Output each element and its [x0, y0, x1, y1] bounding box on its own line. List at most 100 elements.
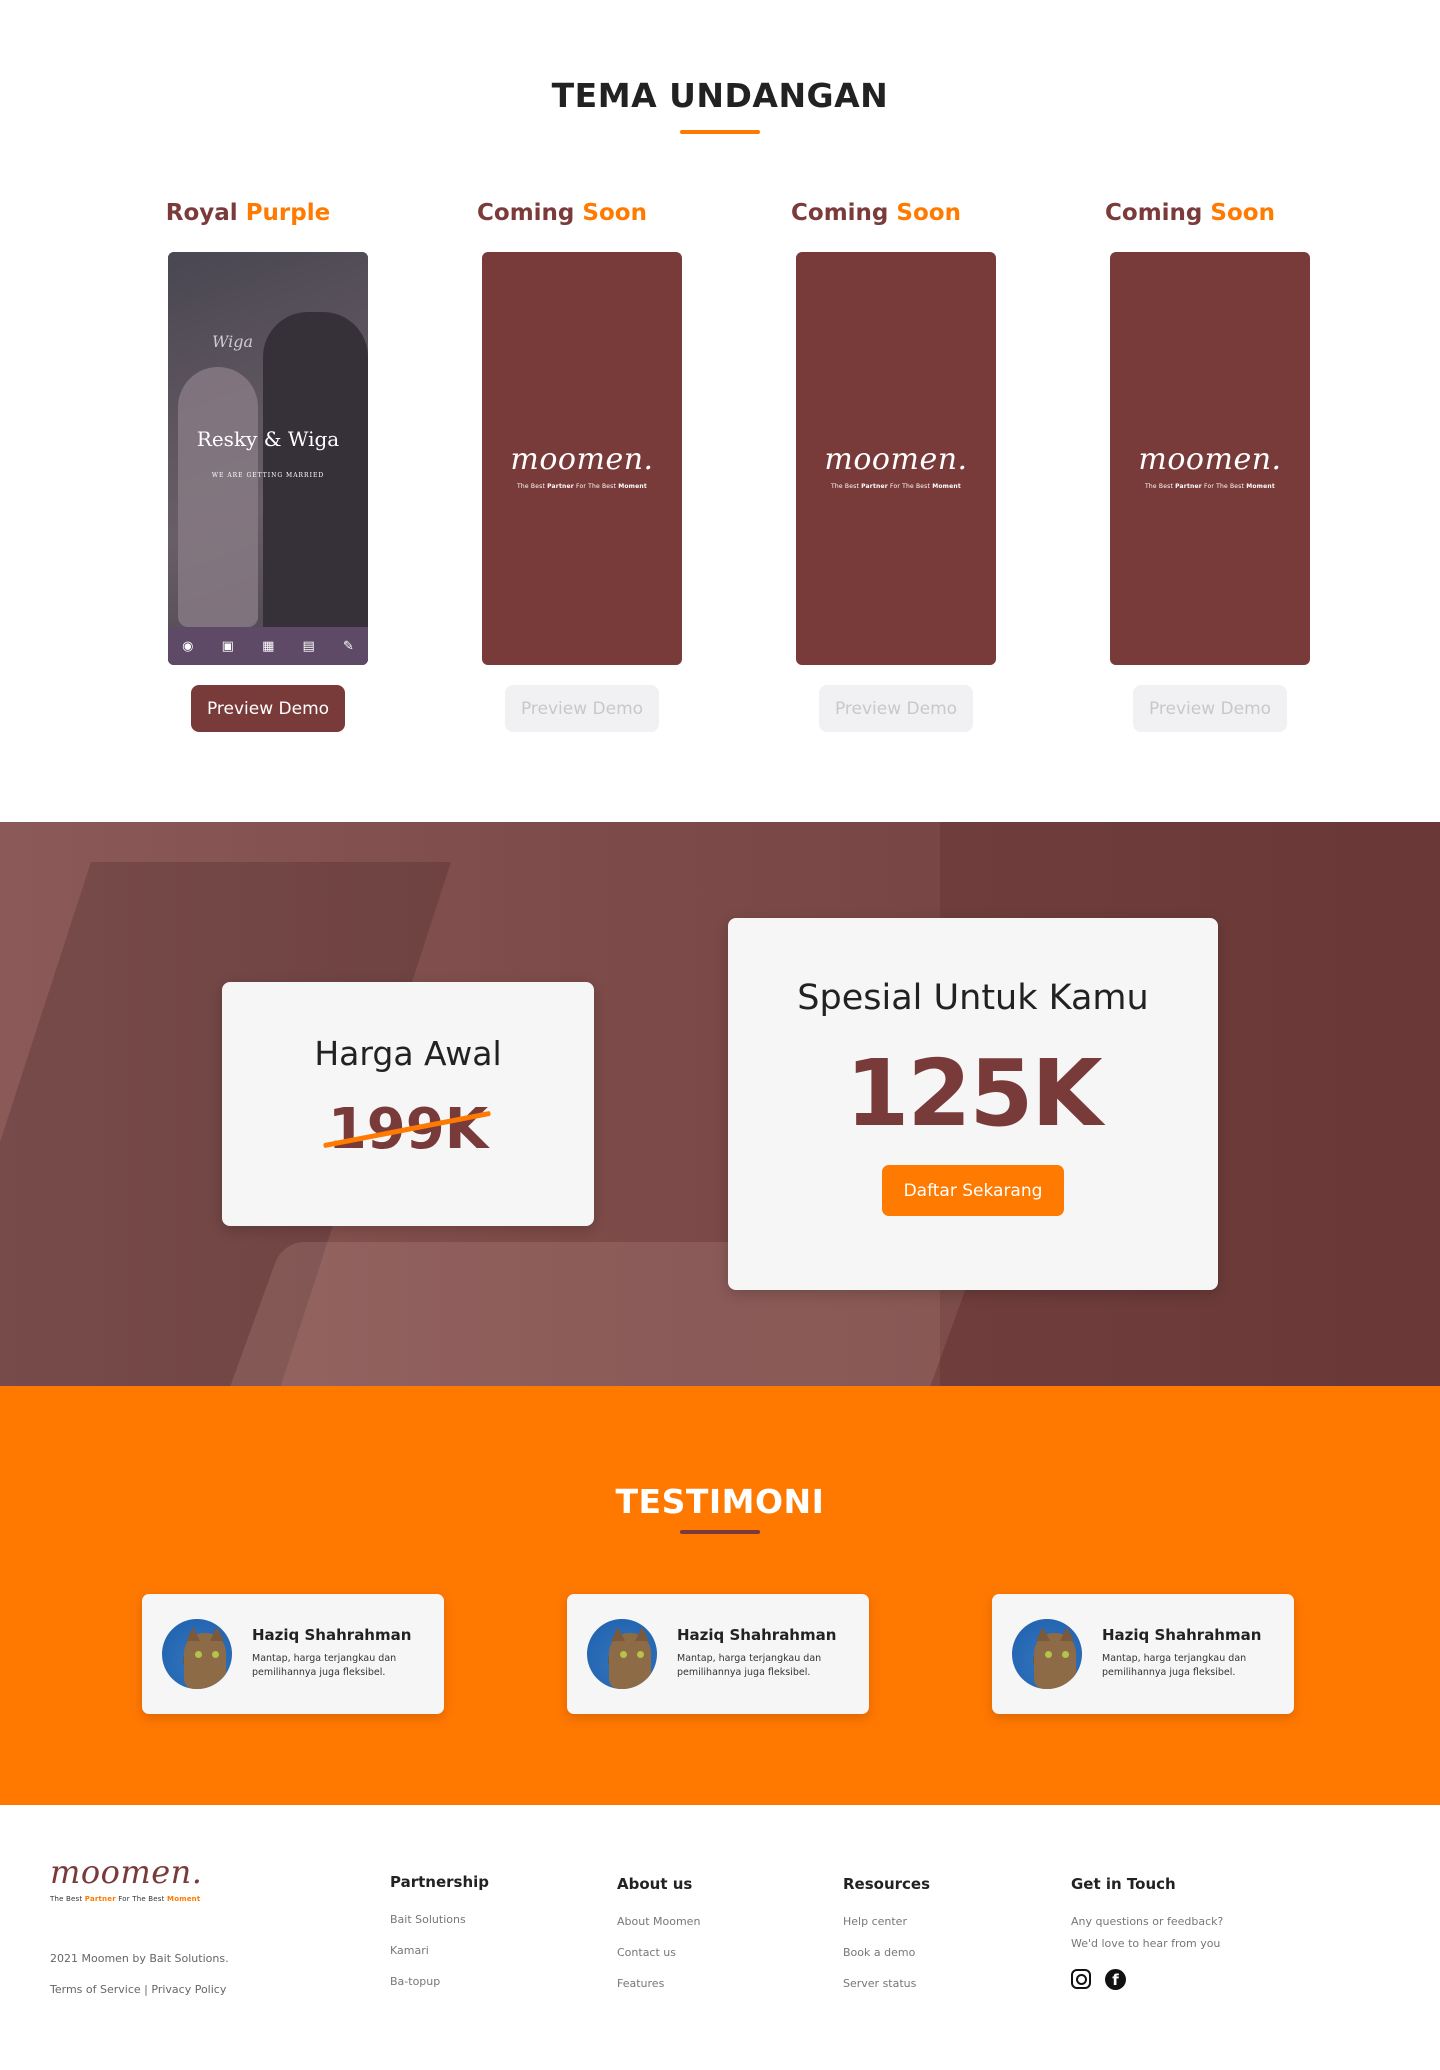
logo-tagline: The Best Partner For The Best Moment: [1110, 483, 1310, 490]
avatar: [1012, 1619, 1082, 1689]
special-price-label: Spesial Untuk Kamu: [797, 978, 1149, 1018]
testimonial-section-title: TESTIMONI: [615, 1482, 825, 1521]
testimonial-text: Mantap, harga terjangkau dan pemilihanny…: [252, 1653, 397, 1678]
footer-link[interactable]: Kamari: [390, 1944, 489, 1975]
theme-preview-placeholder: moomen. The Best Partner For The Best Mo…: [1110, 252, 1310, 665]
footer: moomen. The Best Partner For The Best Mo…: [0, 1805, 1440, 2070]
theme-name: Coming Soon: [746, 200, 1006, 236]
theme-name: Royal Purple: [118, 200, 378, 236]
landing-page: TEMA UNDANGAN Royal Purple Wiga Resky & …: [0, 0, 1440, 2070]
terms-link[interactable]: Terms of Service: [50, 1983, 141, 1996]
theme-name: Coming Soon: [432, 200, 692, 236]
couple-subtitle: WE ARE GETTING MARRIED: [211, 472, 325, 479]
gift-icon: ▤: [302, 638, 315, 654]
theme-name-part: Coming: [477, 200, 575, 226]
theme-section: TEMA UNDANGAN Royal Purple Wiga Resky & …: [0, 0, 1440, 822]
moomen-logo: moomen. The Best Partner For The Best Mo…: [1110, 442, 1310, 490]
tagline-part: For The Best: [118, 1895, 165, 1903]
preview-demo-button-disabled: Preview Demo: [1133, 685, 1287, 732]
couple-photo: Wiga Resky & Wiga WE ARE GETTING MARRIED…: [168, 252, 368, 665]
logo-tagline: The Best Partner For The Best Moment: [796, 483, 996, 490]
legal-links: Terms of Service | Privacy Policy: [50, 1983, 226, 1996]
tagline-part: The Best: [831, 483, 859, 490]
original-price-label: Harga Awal: [314, 1034, 502, 1073]
original-price-card: Harga Awal 199K: [222, 982, 594, 1226]
theme-card-royal-purple: Royal Purple Wiga Resky & Wiga WE ARE GE…: [118, 200, 378, 732]
instagram-icon[interactable]: [1071, 1969, 1091, 1989]
preview-demo-button-disabled: Preview Demo: [819, 685, 973, 732]
footer-link[interactable]: Ba-topup: [390, 1975, 489, 2006]
footer-link[interactable]: Book a demo: [843, 1946, 930, 1977]
footer-link[interactable]: Bait Solutions: [390, 1913, 489, 1944]
footer-column-title: Partnership: [390, 1873, 490, 1891]
testimonial-card: Haziq Shahrahman Mantap, harga terjangka…: [992, 1594, 1294, 1714]
calendar-icon: ▦: [262, 638, 275, 654]
testimonial-text: Mantap, harga terjangkau dan pemilihanny…: [677, 1653, 822, 1678]
logo-wordmark: moomen.: [824, 442, 968, 477]
contact-line: Any questions or feedback?: [1071, 1915, 1224, 1928]
logo-tagline: The Best Partner For The Best Moment: [50, 1895, 202, 1903]
theme-preview-image[interactable]: Wiga Resky & Wiga WE ARE GETTING MARRIED…: [168, 252, 368, 665]
footer-link[interactable]: Features: [617, 1977, 700, 2008]
theme-name-accent: Soon: [896, 200, 961, 226]
gallery-icon: ▣: [221, 638, 234, 654]
tagline-part: The Best: [517, 483, 545, 490]
logo-wordmark: moomen.: [50, 1853, 203, 1891]
logo-wordmark: moomen.: [1138, 442, 1282, 477]
footer-link[interactable]: Server status: [843, 1977, 930, 2008]
ring-icon: ◉: [182, 638, 194, 654]
script-text: Wiga: [212, 332, 254, 351]
title-underline: [680, 1530, 760, 1534]
footer-link[interactable]: Help center: [843, 1915, 930, 1946]
tagline-part: The Best: [1145, 483, 1173, 490]
legal-separator: |: [144, 1983, 148, 1996]
tagline-part: The Best: [50, 1895, 83, 1903]
tagline-bold: Partner: [84, 1895, 116, 1903]
tagline-bold: Partner: [547, 483, 574, 490]
register-button[interactable]: Daftar Sekarang: [882, 1165, 1064, 1216]
privacy-link[interactable]: Privacy Policy: [151, 1983, 226, 1996]
copyright-text: 2021 Moomen by Bait Solutions.: [50, 1952, 229, 1965]
footer-column-title: Get in Touch: [1071, 1875, 1176, 1893]
theme-name-accent: Soon: [582, 200, 647, 226]
tagline-bold: Moment: [618, 483, 647, 490]
contact-line: We'd love to hear from you: [1071, 1937, 1221, 1950]
pricing-section: Harga Awal 199K Spesial Untuk Kamu 125K …: [0, 822, 1440, 1386]
footer-link[interactable]: About Moomen: [617, 1915, 700, 1946]
title-underline: [680, 130, 760, 134]
tagline-bold: Moment: [932, 483, 961, 490]
theme-card-coming-soon: Coming Soon moomen. The Best Partner For…: [1060, 200, 1320, 732]
footer-logo[interactable]: moomen. The Best Partner For The Best Mo…: [50, 1853, 202, 1903]
special-price: 125K: [845, 1040, 1102, 1147]
theme-section-title: TEMA UNDANGAN: [551, 76, 889, 115]
moomen-logo: moomen. The Best Partner For The Best Mo…: [796, 442, 996, 490]
theme-preview-placeholder: moomen. The Best Partner For The Best Mo…: [796, 252, 996, 665]
tagline-part: For The Best: [576, 483, 617, 490]
avatar: [162, 1619, 232, 1689]
footer-column-about: About us About Moomen Contact us Feature…: [617, 1875, 700, 2008]
footer-column-title: Resources: [843, 1875, 931, 1893]
footer-column-contact: Get in Touch Any questions or feedback? …: [1071, 1875, 1223, 1990]
testimonial-name: Haziq Shahrahman: [252, 1626, 412, 1644]
footer-column-resources: Resources Help center Book a demo Server…: [843, 1875, 930, 2008]
theme-name: Coming Soon: [1060, 200, 1320, 236]
tagline-part: For The Best: [890, 483, 931, 490]
couple-names: Resky & Wiga: [196, 427, 340, 451]
moomen-logo: moomen. The Best Partner For The Best Mo…: [482, 442, 682, 490]
testimonial-text: Mantap, harga terjangkau dan pemilihanny…: [1102, 1653, 1247, 1678]
footer-link[interactable]: Contact us: [617, 1946, 700, 1977]
theme-name-part: Coming: [1105, 200, 1203, 226]
facebook-icon[interactable]: f: [1105, 1969, 1126, 1990]
tagline-part: For The Best: [1204, 483, 1245, 490]
original-price: 199K: [322, 1097, 491, 1162]
tagline-bold: Moment: [1246, 483, 1275, 490]
preview-demo-button-disabled: Preview Demo: [505, 685, 659, 732]
testimonial-card: Haziq Shahrahman Mantap, harga terjangka…: [142, 1594, 444, 1714]
avatar: [587, 1619, 657, 1689]
theme-name-part: Royal: [165, 200, 238, 226]
photo-overlay: [168, 252, 368, 665]
footer-column-partnership: Partnership Bait Solutions Kamari Ba-top…: [390, 1873, 489, 2006]
preview-demo-button[interactable]: Preview Demo: [191, 685, 345, 732]
rsvp-icon: ✎: [343, 638, 354, 654]
theme-name-accent: Purple: [245, 200, 331, 226]
